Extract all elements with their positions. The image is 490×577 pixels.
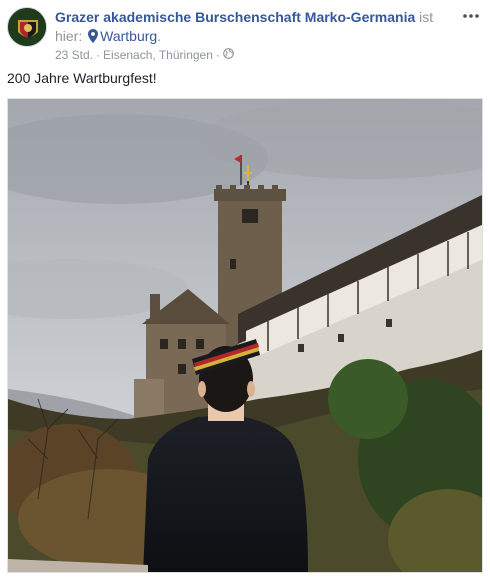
post-header: Grazer akademische Burschenschaft Marko-… — [7, 6, 483, 62]
location-pin-icon — [88, 29, 99, 48]
post-meta: 23 Std. · Eisenach, Thüringen · — [55, 47, 234, 63]
post-body-text: 200 Jahre Wartburgfest! — [7, 70, 157, 86]
more-options-button[interactable] — [459, 6, 483, 26]
location-suffix: . — [157, 28, 162, 44]
post-timestamp[interactable]: 23 Std. — [55, 47, 93, 63]
more-dots-icon — [463, 14, 479, 18]
meta-separator: · — [215, 48, 220, 62]
post-photo[interactable] — [7, 98, 483, 573]
globe-icon[interactable] — [223, 47, 234, 63]
meta-separator: · — [96, 48, 101, 62]
place-detail-link[interactable]: Eisenach, Thüringen — [103, 47, 213, 63]
post-title: Grazer akademische Burschenschaft Marko-… — [55, 8, 447, 48]
location-link[interactable]: Wartburg — [100, 28, 157, 44]
page-avatar[interactable] — [7, 7, 47, 47]
page-name-link[interactable]: Grazer akademische Burschenschaft Marko-… — [55, 9, 415, 25]
